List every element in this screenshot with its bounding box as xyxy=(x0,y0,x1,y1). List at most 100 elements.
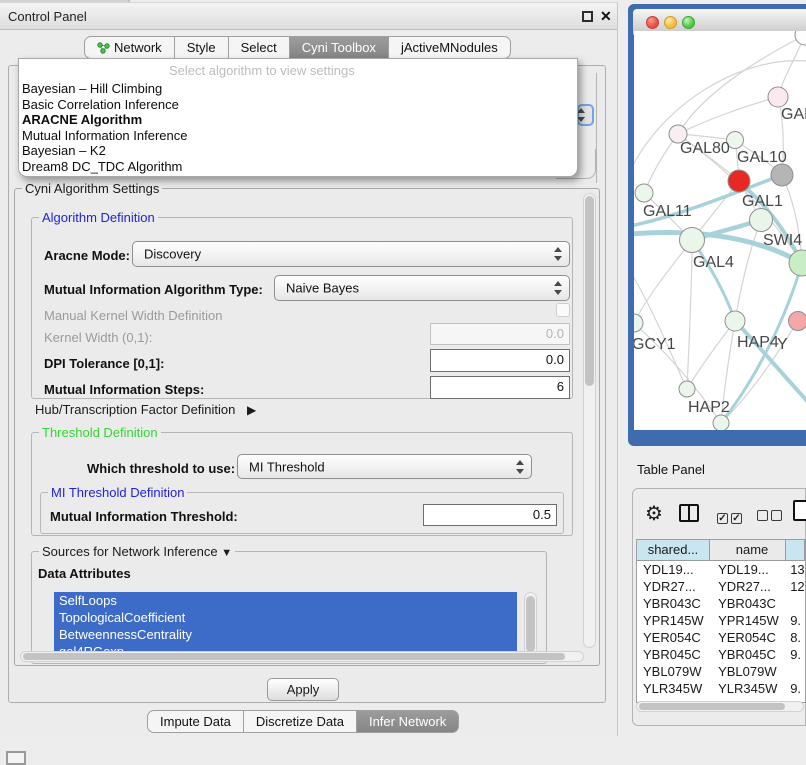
settings-vertical-scrollbar[interactable] xyxy=(583,193,596,648)
table-row[interactable]: YER054CYER054C8. xyxy=(637,629,805,646)
tab-discretize-data[interactable]: Discretize Data xyxy=(244,710,357,733)
table-cell: YDL19... xyxy=(637,561,709,578)
table-cell: YER054C xyxy=(637,629,709,646)
column-header-clipped[interactable] xyxy=(786,540,805,561)
graph-node[interactable] xyxy=(713,415,729,430)
algorithm-option[interactable]: ARACNE Algorithm xyxy=(19,112,577,128)
group-title: Sources for Network Inference ▼ xyxy=(39,544,235,561)
attribute-option[interactable]: BetweennessCentrality xyxy=(54,626,517,643)
table-row[interactable]: YBR045CYBR045C9. xyxy=(637,646,805,663)
graph-node[interactable] xyxy=(789,250,806,276)
tab-label: Infer Network xyxy=(369,714,446,729)
graph-node-label: Y xyxy=(777,336,788,353)
tab-cyni-toolbox[interactable]: Cyni Toolbox xyxy=(290,36,389,59)
table-cell: YBL079W xyxy=(637,663,709,680)
checked-box-icon: ✓ xyxy=(717,513,728,524)
combo-stepper-icon[interactable] xyxy=(577,104,594,126)
algorithm-option[interactable]: Bayesian – K2 xyxy=(19,143,577,159)
graph-node[interactable] xyxy=(679,381,695,397)
table-cell: 8. xyxy=(784,629,805,646)
minimized-panel-icon[interactable] xyxy=(6,751,26,765)
manual-kernel-checkbox[interactable] xyxy=(556,303,570,317)
tab-jactivemnodules[interactable]: jActiveMNodules xyxy=(389,36,511,59)
tab-infer-network[interactable]: Infer Network xyxy=(357,710,459,733)
mi-algorithm-type-select[interactable]: Naive Bayes xyxy=(274,275,570,301)
float-window-icon[interactable] xyxy=(582,11,593,22)
hidden-panel-border xyxy=(596,73,597,183)
tab-impute-data[interactable]: Impute Data xyxy=(147,710,244,733)
algorithm-option[interactable]: Dream8 DC_TDC Algorithm xyxy=(19,159,577,175)
aracne-mode-label: Aracne Mode: xyxy=(44,248,130,263)
table-cell: 9. xyxy=(784,680,805,697)
sources-group: Sources for Network Inference ▼ Data Att… xyxy=(31,551,547,664)
dpi-tolerance-field[interactable]: 0.0 xyxy=(430,349,570,372)
attribute-option[interactable]: TopologicalCoefficient xyxy=(54,609,517,626)
graph-node-label: GAL2 xyxy=(781,106,806,123)
graph-node[interactable] xyxy=(750,209,773,232)
checked-pair-icon[interactable]: ✓✓ xyxy=(717,509,745,524)
column-header-shared-name[interactable]: shared... xyxy=(637,540,710,561)
graph-node[interactable] xyxy=(680,228,705,253)
table-row[interactable]: YLR345WYLR345W9. xyxy=(637,680,805,697)
apply-button[interactable]: Apply xyxy=(267,678,339,701)
tab-label: Style xyxy=(187,40,216,55)
settings-horizontal-scrollbar[interactable] xyxy=(20,651,584,662)
algorithm-option[interactable]: Mutual Information Inference xyxy=(19,128,577,144)
table-row[interactable]: YDR27...YDR27...12 xyxy=(637,578,805,595)
table-row[interactable]: YDL19...YDL19...13 xyxy=(637,561,805,578)
table-cell: YBR043C xyxy=(637,595,709,612)
graph-node[interactable] xyxy=(634,314,643,332)
close-traffic-light-icon[interactable] xyxy=(646,16,659,29)
table-row[interactable]: YBL079WYBL079W xyxy=(637,663,805,680)
mi-threshold-field[interactable]: 0.5 xyxy=(423,504,557,526)
unchecked-pair-icon[interactable] xyxy=(757,509,785,524)
mi-steps-field[interactable]: 6 xyxy=(430,376,570,399)
network-canvas[interactable]: GAL2GAL80GAL10GAL1GAL11SWI4GAL4GCY1HAP4Y… xyxy=(634,31,806,430)
close-window-icon[interactable]: ✕ xyxy=(600,8,612,25)
graph-node[interactable] xyxy=(635,184,653,202)
graph-node[interactable] xyxy=(789,312,806,331)
group-title: MI Threshold Definition xyxy=(48,485,187,500)
tab-label: Discretize Data xyxy=(256,714,344,729)
graph-node[interactable] xyxy=(728,170,750,192)
table-cell: YDL19... xyxy=(709,561,784,578)
table-cell: YBR045C xyxy=(709,646,784,663)
gear-icon[interactable]: ⚙ xyxy=(645,501,663,526)
algorithm-option[interactable]: Basic Correlation Inference xyxy=(19,97,577,113)
columns-icon[interactable] xyxy=(679,504,699,522)
algorithm-options-list: Bayesian – Hill ClimbingBasic Correlatio… xyxy=(19,81,577,175)
table-row[interactable]: YPR145WYPR145W9. xyxy=(637,612,805,629)
graph-node-label: HAP4 xyxy=(737,334,779,351)
table-horizontal-scrollbar[interactable] xyxy=(636,701,804,712)
graph-node[interactable] xyxy=(795,31,806,45)
column-header-name[interactable]: name xyxy=(710,540,786,561)
graph-node[interactable] xyxy=(771,164,793,186)
network-graph: GAL2GAL80GAL10GAL1GAL11SWI4GAL4GCY1HAP4Y… xyxy=(634,31,806,430)
mi-steps-label: Mutual Information Steps: xyxy=(44,382,204,397)
algorithm-option[interactable]: Bayesian – Hill Climbing xyxy=(19,81,577,97)
mi-threshold-label: Mutual Information Threshold: xyxy=(50,509,238,524)
graph-node-label: GAL4 xyxy=(693,254,734,271)
which-threshold-label: Which threshold to use: xyxy=(87,461,235,476)
table-cell: YDR27... xyxy=(709,578,784,595)
tab-select[interactable]: Select xyxy=(229,36,290,59)
control-panel-tabs: Network Style Select Cyni Toolbox jActiv… xyxy=(84,36,511,59)
tab-label: Network xyxy=(114,40,162,55)
graph-node[interactable] xyxy=(725,311,745,331)
table-cell: 12 xyxy=(784,578,805,595)
zoom-traffic-light-icon[interactable] xyxy=(682,16,695,29)
graph-node[interactable] xyxy=(768,87,788,107)
aracne-mode-select[interactable]: Discovery xyxy=(132,241,570,267)
collapse-arrow-icon[interactable]: ▼ xyxy=(221,547,232,559)
table-row[interactable]: YBR043CYBR043C xyxy=(637,595,805,612)
attribute-option[interactable]: SelfLoops xyxy=(54,592,517,609)
tab-network[interactable]: Network xyxy=(84,36,175,59)
kernel-width-field[interactable]: 0.0 xyxy=(430,323,570,345)
minimize-traffic-light-icon[interactable] xyxy=(664,16,677,29)
tab-style[interactable]: Style xyxy=(175,36,229,59)
which-threshold-select[interactable]: MI Threshold xyxy=(237,454,532,479)
graph-node-label: GAL1 xyxy=(742,193,783,210)
group-title: Threshold Definition xyxy=(39,425,161,440)
hub-definition-expander[interactable]: Hub/Transcription Factor Definition ▶ xyxy=(35,402,256,417)
page-icon[interactable] xyxy=(793,500,806,521)
